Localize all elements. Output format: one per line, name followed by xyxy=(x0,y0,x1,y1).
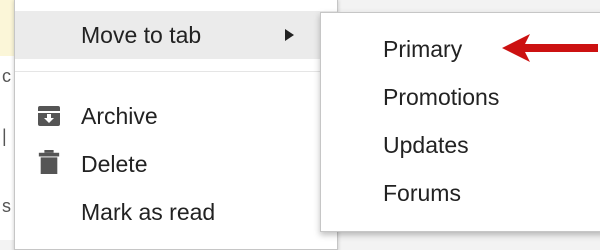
menu-item-delete[interactable]: Delete xyxy=(15,140,337,188)
context-menu: Move to tab Archive Delete Mark as read xyxy=(14,0,338,250)
menu-item-archive[interactable]: Archive xyxy=(15,92,337,140)
menu-item-label: Mark as read xyxy=(81,199,216,225)
red-arrow-icon xyxy=(502,34,598,62)
submenu-item-updates[interactable]: Updates xyxy=(321,121,600,169)
submenu-item-forums[interactable]: Forums xyxy=(321,169,600,217)
submenu-item-label: Promotions xyxy=(383,84,500,110)
background-text-fragment: c xyxy=(2,66,11,86)
menu-separator xyxy=(15,71,337,72)
submenu-item-promotions[interactable]: Promotions xyxy=(321,73,600,121)
menu-item-label: Delete xyxy=(81,151,148,177)
submenu-item-label: Updates xyxy=(383,132,469,158)
background-text-fragment: | xyxy=(2,126,7,146)
submenu-item-label: Forums xyxy=(383,180,461,206)
background-text-fragment: s xyxy=(2,196,11,216)
archive-icon xyxy=(38,106,60,126)
trash-icon xyxy=(38,150,60,174)
menu-item-move-to-tab[interactable]: Move to tab xyxy=(15,11,337,59)
submenu-item-label: Primary xyxy=(383,36,463,62)
menu-item-mark-as-read[interactable]: Mark as read xyxy=(15,188,337,236)
menu-item-label: Move to tab xyxy=(81,22,202,48)
submenu-arrow-icon xyxy=(285,29,294,41)
menu-item-label: Archive xyxy=(81,103,158,129)
